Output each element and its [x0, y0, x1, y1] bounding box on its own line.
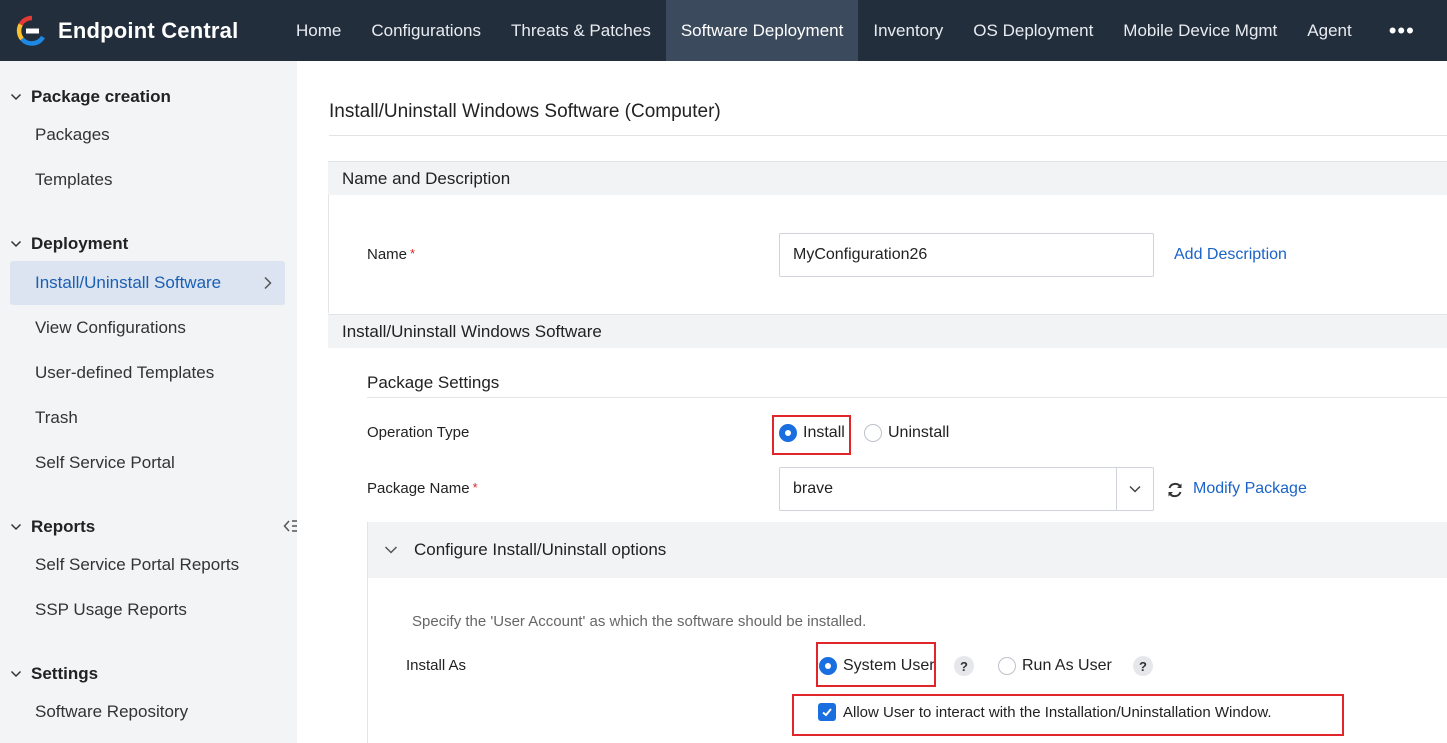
- sidebar-section-reports[interactable]: Reports: [10, 517, 95, 537]
- package-name-select[interactable]: brave: [779, 467, 1154, 511]
- nav-agent[interactable]: Agent: [1292, 0, 1366, 61]
- chevron-down-icon: [10, 670, 22, 678]
- sidebar-section-label: Reports: [31, 517, 96, 536]
- nav-home[interactable]: Home: [281, 0, 356, 61]
- sidebar-item-trash[interactable]: Trash: [10, 396, 285, 440]
- install-as-label: Install As: [406, 657, 467, 674]
- sidebar-item-packages[interactable]: Packages: [10, 113, 285, 157]
- sidebar-item-label: User-defined Templates: [35, 363, 215, 382]
- install-as-hint: Specify the 'User Account' as which the …: [412, 613, 867, 630]
- chevron-down-icon: [384, 546, 398, 554]
- nav-mobile-device-mgmt[interactable]: Mobile Device Mgmt: [1108, 0, 1292, 61]
- main-nav: Home Configurations Threats & Patches So…: [281, 0, 1367, 61]
- sidebar-item-label: Templates: [35, 170, 113, 189]
- sidebar-item-label: Install/Uninstall Software: [35, 273, 222, 292]
- package-settings-heading: Package Settings: [367, 373, 500, 392]
- configure-options-header[interactable]: Configure Install/Uninstall options: [368, 522, 1447, 578]
- radio-run-as-user[interactable]: Run As User: [998, 657, 1112, 675]
- sidebar-section-label: Package creation: [31, 87, 171, 106]
- chevron-right-icon: [264, 276, 272, 290]
- sidebar-item-view-configurations[interactable]: View Configurations: [10, 306, 285, 350]
- sidebar-item-label: SSP Usage Reports: [35, 600, 187, 619]
- nav-threats-patches[interactable]: Threats & Patches: [496, 0, 666, 61]
- chevron-down-icon: [10, 93, 22, 101]
- highlight-box-allow-interact: [792, 694, 1344, 736]
- highlight-box-install: [772, 415, 851, 455]
- sidebar-item-label: Packages: [35, 125, 110, 144]
- sidebar-item-software-repository[interactable]: Software Repository: [10, 690, 285, 734]
- required-mark: *: [472, 480, 478, 495]
- divider: [1116, 468, 1117, 510]
- chevron-down-icon: [10, 240, 22, 248]
- caret-down-icon: [1129, 485, 1141, 493]
- endpoint-central-logo: [16, 15, 45, 46]
- sidebar-item-self-service-portal[interactable]: Self Service Portal: [10, 441, 285, 485]
- sidebar-item-label: View Configurations: [35, 318, 186, 337]
- name-field[interactable]: MyConfiguration26: [779, 233, 1154, 277]
- help-icon[interactable]: ?: [1133, 656, 1153, 676]
- help-icon[interactable]: ?: [954, 656, 974, 676]
- radio-dot: [864, 424, 882, 442]
- nav-software-deployment[interactable]: Software Deployment: [665, 0, 859, 61]
- sidebar-item-label: Self Service Portal Reports: [35, 555, 240, 574]
- sidebar-item-self-service-portal-reports[interactable]: Self Service Portal Reports: [10, 543, 285, 587]
- sidebar-section-settings[interactable]: Settings: [10, 664, 98, 684]
- sidebar-section-label: Settings: [31, 664, 99, 683]
- sidebar-section-package-creation[interactable]: Package creation: [10, 87, 171, 107]
- more-menu-button[interactable]: •••: [1377, 0, 1427, 61]
- page-title: Install/Uninstall Windows Software (Comp…: [329, 101, 721, 122]
- section-header-name-description: Name and Description: [328, 161, 1447, 195]
- required-mark: *: [410, 246, 416, 261]
- brand[interactable]: Endpoint Central: [0, 15, 270, 47]
- refresh-icon[interactable]: [1166, 481, 1184, 499]
- nav-configurations[interactable]: Configurations: [356, 0, 496, 61]
- sidebar-section-label: Deployment: [31, 234, 129, 253]
- sidebar-item-templates[interactable]: Templates: [10, 158, 285, 202]
- radio-label: Run As User: [1022, 657, 1112, 674]
- radio-label: Uninstall: [888, 424, 950, 441]
- sidebar-item-label: Software Repository: [35, 702, 189, 721]
- main-content: Install/Uninstall Windows Software (Comp…: [297, 61, 1447, 743]
- highlight-box-system-user: [816, 642, 936, 687]
- add-description-link[interactable]: Add Description: [1174, 246, 1287, 264]
- top-navigation-bar: Endpoint Central Home Configurations Thr…: [0, 0, 1447, 61]
- operation-type-label: Operation Type: [367, 424, 470, 441]
- nav-os-deployment[interactable]: OS Deployment: [958, 0, 1108, 61]
- section-header-install-uninstall: Install/Uninstall Windows Software: [328, 314, 1447, 348]
- package-name-label-text: Package Name: [367, 480, 470, 497]
- configure-options-title: Configure Install/Uninstall options: [414, 540, 667, 559]
- sidebar-item-ssp-usage-reports[interactable]: SSP Usage Reports: [10, 588, 285, 632]
- brand-name: Endpoint Central: [58, 17, 239, 43]
- nav-inventory[interactable]: Inventory: [858, 0, 958, 61]
- name-label-text: Name: [367, 246, 408, 263]
- package-name-value: brave: [793, 480, 834, 497]
- sidebar-item-label: Trash: [35, 408, 78, 427]
- divider: [367, 397, 1447, 398]
- name-label: Name *: [367, 246, 415, 263]
- divider: [329, 135, 1447, 136]
- radio-dot: [998, 657, 1016, 675]
- sidebar-item-install-uninstall-software[interactable]: Install/Uninstall Software: [10, 261, 285, 305]
- radio-uninstall[interactable]: Uninstall: [864, 424, 949, 442]
- sidebar: Package creation Packages Templates Depl…: [0, 61, 297, 743]
- package-name-label: Package Name *: [367, 480, 478, 497]
- sidebar-item-label: Self Service Portal: [35, 453, 175, 472]
- modify-package-link[interactable]: Modify Package: [1193, 480, 1307, 498]
- sidebar-section-deployment[interactable]: Deployment: [10, 234, 128, 254]
- sidebar-item-user-defined-templates[interactable]: User-defined Templates: [10, 351, 285, 395]
- chevron-down-icon: [10, 523, 22, 531]
